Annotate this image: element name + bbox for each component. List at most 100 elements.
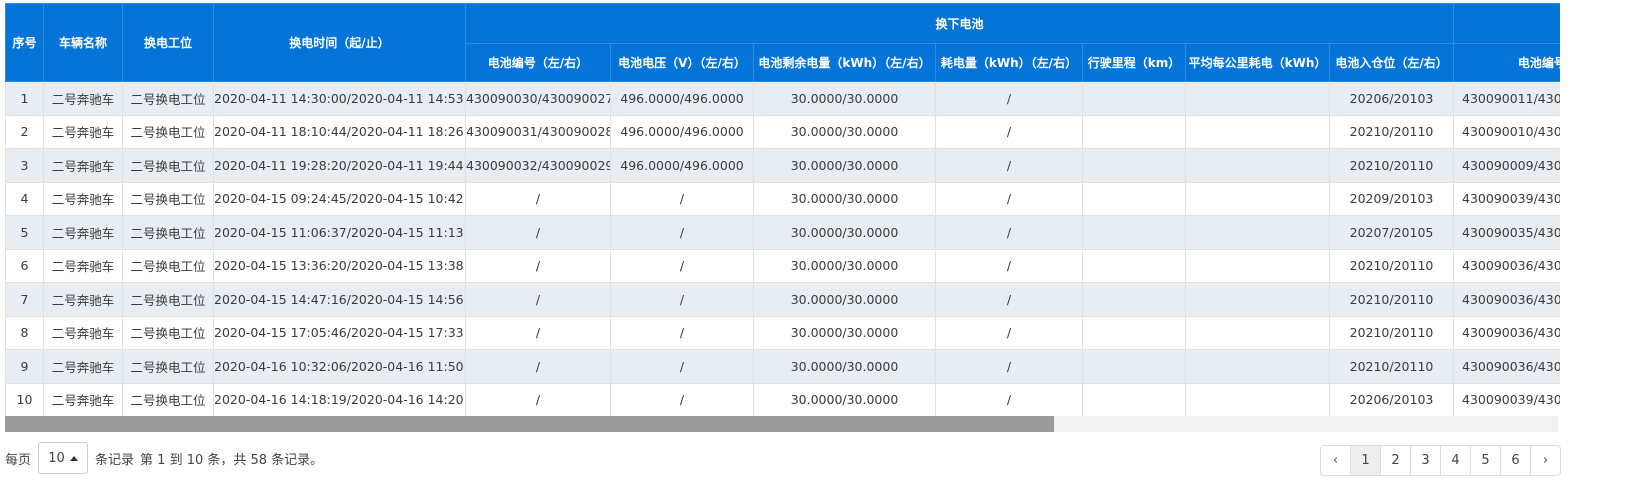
cell-avg-per-km — [1185, 114, 1330, 149]
header-station[interactable]: 换电工位 — [122, 3, 214, 82]
cell-consumption: / — [935, 282, 1083, 317]
cell-consumption: / — [935, 81, 1083, 116]
table-row[interactable]: 1 二号奔驰车 二号换电工位 2020-04-11 14:30:00/2020-04-… — [5, 81, 1560, 116]
battery-swap-table: 序号 车辆名称 换电工位 换电时间（起/止） 换下电池 电池编号（左/右） 电池… — [5, 3, 1560, 416]
per-page-label: 每页 — [5, 452, 32, 468]
cell-battery-no-2: 430090039/43009 — [1453, 181, 1560, 216]
page-button-5[interactable]: 5 — [1470, 445, 1501, 476]
cell-voltage: / — [610, 382, 754, 416]
table-row[interactable]: 9 二号奔驰车 二号换电工位 2020-04-16 10:32:06/2020-04-… — [5, 349, 1560, 384]
cell-mileage — [1082, 282, 1186, 317]
cell-mileage — [1082, 382, 1186, 416]
table-row[interactable]: 3 二号奔驰车 二号换电工位 2020-04-11 19:28:20/2020-04-… — [5, 148, 1560, 183]
cell-remaining: 30.0000/30.0000 — [753, 315, 936, 350]
cell-index: 2 — [5, 114, 44, 149]
header-index[interactable]: 序号 — [5, 3, 44, 82]
table-row[interactable]: 2 二号奔驰车 二号换电工位 2020-04-11 18:10:44/2020-04-… — [5, 114, 1560, 149]
page-button-3[interactable]: 3 — [1410, 445, 1441, 476]
cell-mileage — [1082, 148, 1186, 183]
header-battery-no-2[interactable]: 电池编号（左/右 — [1453, 43, 1560, 82]
header-time[interactable]: 换电时间（起/止） — [213, 3, 466, 82]
cell-avg-per-km — [1185, 248, 1330, 283]
page-button-6[interactable]: 6 — [1500, 445, 1531, 476]
cell-vehicle: 二号奔驰车 — [43, 181, 123, 216]
cell-battery-no-2: 430090010/43009 — [1453, 114, 1560, 149]
cell-mileage — [1082, 215, 1186, 250]
cell-station: 二号换电工位 — [122, 248, 214, 283]
header-mileage[interactable]: 行驶里程（km） — [1082, 43, 1186, 82]
cell-battery-no-2: 430090036/43009 — [1453, 248, 1560, 283]
cell-vehicle: 二号奔驰车 — [43, 215, 123, 250]
cell-battery-no: 430090030/430090027 — [465, 81, 611, 116]
cell-station: 二号换电工位 — [122, 81, 214, 116]
cell-index: 7 — [5, 282, 44, 317]
header-battery-no[interactable]: 电池编号（左/右） — [465, 43, 611, 82]
cell-battery-no-2: 430090011/43009 — [1453, 81, 1560, 116]
table-row[interactable]: 7 二号奔驰车 二号换电工位 2020-04-15 14:47:16/2020-04-… — [5, 282, 1560, 317]
header-warehouse[interactable]: 电池入仓位（左/右） — [1328, 43, 1455, 82]
next-page-button[interactable]: › — [1530, 445, 1561, 476]
cell-avg-per-km — [1185, 181, 1330, 216]
cell-index: 1 — [5, 81, 44, 116]
cell-station: 二号换电工位 — [122, 181, 214, 216]
cell-voltage: / — [610, 315, 754, 350]
cell-warehouse: 20207/20105 — [1328, 215, 1455, 250]
cell-mileage — [1082, 315, 1186, 350]
header-remaining[interactable]: 电池剩余电量（kWh）（左/右） — [753, 43, 936, 82]
prev-page-button[interactable]: ‹ — [1320, 445, 1351, 476]
cell-avg-per-km — [1185, 315, 1330, 350]
page-button-1[interactable]: 1 — [1350, 445, 1381, 476]
cell-time: 2020-04-16 10:32:06/2020-04-16 11:50:10 — [213, 349, 466, 384]
cell-mileage — [1082, 81, 1186, 116]
cell-voltage: / — [610, 215, 754, 250]
cell-mileage — [1082, 248, 1186, 283]
cell-time: 2020-04-15 17:05:46/2020-04-15 17:33:09 — [213, 315, 466, 350]
header-avg-per-km[interactable]: 平均每公里耗电（kWh） — [1185, 43, 1330, 82]
cell-avg-per-km — [1185, 282, 1330, 317]
data-table-container: 序号 车辆名称 换电工位 换电时间（起/止） 换下电池 电池编号（左/右） 电池… — [5, 3, 1560, 416]
cell-consumption: / — [935, 315, 1083, 350]
cell-index: 8 — [5, 315, 44, 350]
table-row[interactable]: 4 二号奔驰车 二号换电工位 2020-04-15 09:24:45/2020-04-… — [5, 181, 1560, 216]
cell-voltage: 496.0000/496.0000 — [610, 114, 754, 149]
cell-warehouse: 20210/20110 — [1328, 349, 1455, 384]
cell-warehouse: 20210/20110 — [1328, 248, 1455, 283]
table-row[interactable]: 6 二号奔驰车 二号换电工位 2020-04-15 13:36:20/2020-04-… — [5, 248, 1560, 283]
scrollbar-thumb[interactable] — [5, 416, 1054, 432]
page-size-control: 每页 10 条记录 第 1 到 10 条，共 58 条记录。 — [5, 441, 323, 475]
header-group-next — [1453, 3, 1560, 44]
cell-warehouse: 20210/20110 — [1328, 282, 1455, 317]
cell-battery-no: / — [465, 382, 611, 416]
horizontal-scrollbar[interactable] — [5, 416, 1558, 432]
cell-time: 2020-04-15 13:36:20/2020-04-15 13:38:20 — [213, 248, 466, 283]
cell-battery-no-2: 430090039/43009 — [1453, 382, 1560, 416]
cell-avg-per-km — [1185, 349, 1330, 384]
cell-remaining: 30.0000/30.0000 — [753, 382, 936, 416]
page-size-dropdown[interactable]: 10 — [38, 442, 89, 474]
cell-mileage — [1082, 181, 1186, 216]
records-label: 条记录 — [95, 452, 135, 468]
table-row[interactable]: 8 二号奔驰车 二号换电工位 2020-04-15 17:05:46/2020-04-… — [5, 315, 1560, 350]
table-row[interactable]: 5 二号奔驰车 二号换电工位 2020-04-15 11:06:37/2020-04-… — [5, 215, 1560, 250]
cell-battery-no-2: 430090036/43009 — [1453, 349, 1560, 384]
cell-remaining: 30.0000/30.0000 — [753, 148, 936, 183]
cell-voltage: / — [610, 349, 754, 384]
table-row[interactable]: 10 二号奔驰车 二号换电工位 2020-04-16 14:18:19/2020-04… — [5, 382, 1560, 416]
header-vehicle[interactable]: 车辆名称 — [43, 3, 123, 82]
cell-battery-no: / — [465, 215, 611, 250]
cell-remaining: 30.0000/30.0000 — [753, 248, 936, 283]
cell-station: 二号换电工位 — [122, 282, 214, 317]
cell-consumption: / — [935, 215, 1083, 250]
cell-time: 2020-04-15 11:06:37/2020-04-15 11:13:28 — [213, 215, 466, 250]
header-voltage[interactable]: 电池电压（V）（左/右） — [610, 43, 754, 82]
cell-battery-no: / — [465, 349, 611, 384]
cell-vehicle: 二号奔驰车 — [43, 349, 123, 384]
cell-remaining: 30.0000/30.0000 — [753, 81, 936, 116]
cell-battery-no: / — [465, 282, 611, 317]
page-button-2[interactable]: 2 — [1380, 445, 1411, 476]
cell-consumption: / — [935, 248, 1083, 283]
cell-voltage: / — [610, 248, 754, 283]
header-consumption[interactable]: 耗电量（kWh）（左/右） — [935, 43, 1083, 82]
cell-battery-no-2: 430090036/43009 — [1453, 282, 1560, 317]
page-button-4[interactable]: 4 — [1440, 445, 1471, 476]
